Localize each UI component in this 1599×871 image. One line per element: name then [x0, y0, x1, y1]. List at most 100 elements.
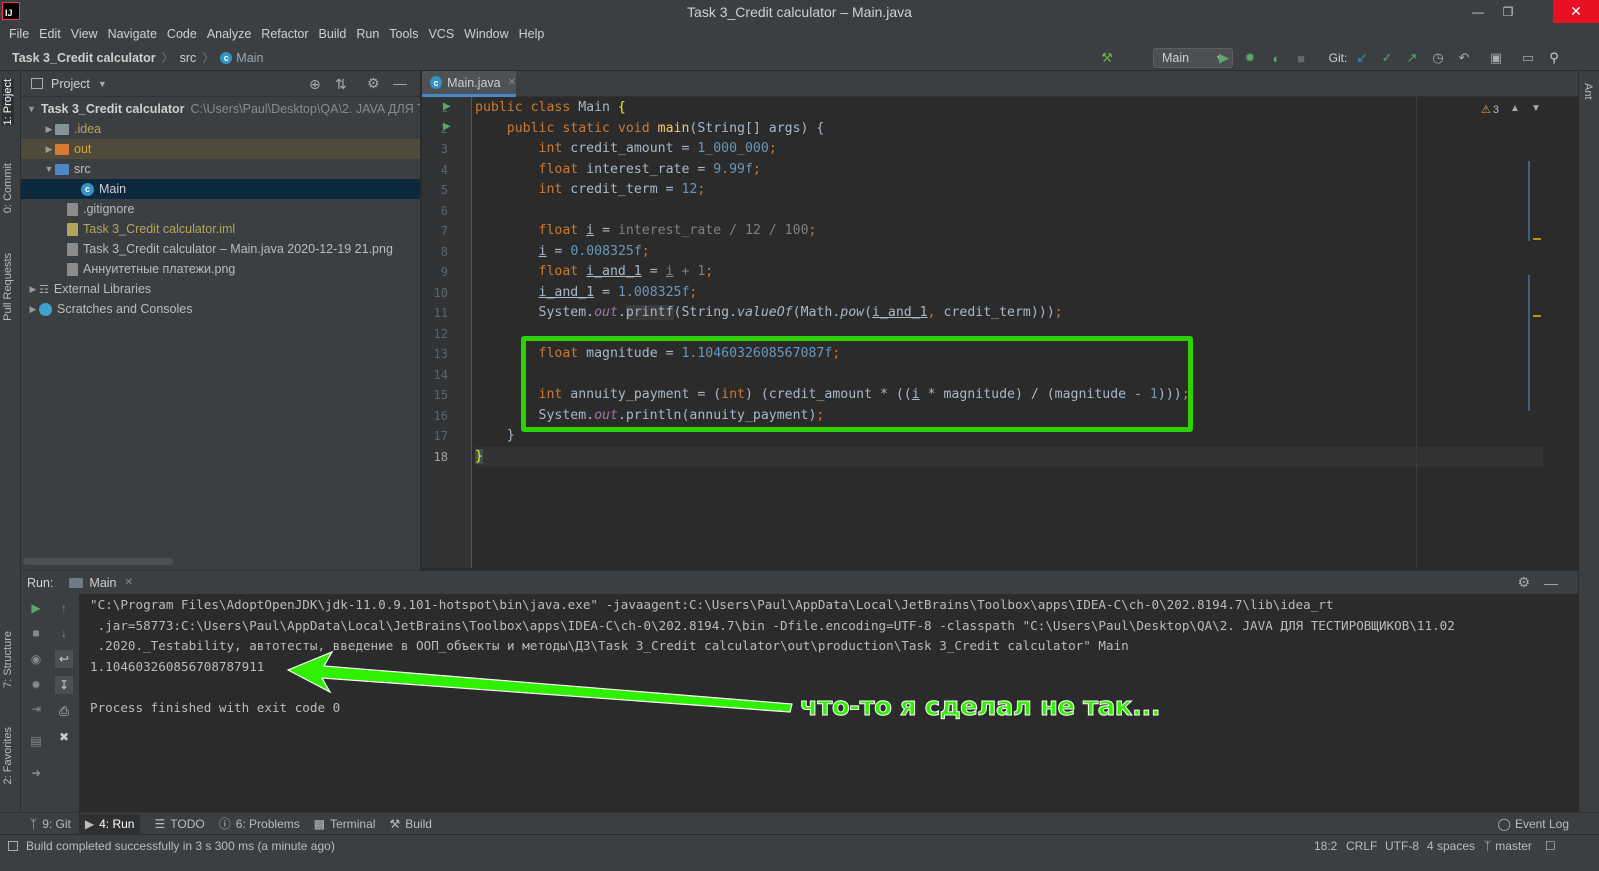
tree-item-idea[interactable]: ▶ .idea: [21, 119, 420, 139]
run-gutter-icon[interactable]: ▶: [443, 101, 451, 112]
line-separator[interactable]: CRLF: [1346, 839, 1377, 853]
locate-icon[interactable]: ⊕: [309, 76, 321, 93]
tool-tab-terminal[interactable]: ▩ Terminal: [314, 817, 376, 831]
tool-tab-ant[interactable]: Ant: [1582, 83, 1594, 100]
menu-vcs[interactable]: VCS: [423, 27, 459, 41]
tool-tab-todo[interactable]: ☰ TODO: [154, 817, 204, 831]
tool-window-toggle-icon[interactable]: [8, 840, 18, 851]
run-tab-main[interactable]: Main: [89, 576, 116, 590]
tree-item-main[interactable]: c Main: [21, 179, 420, 199]
tree-item-screenshot-png[interactable]: Task 3_Credit calculator – Main.java 202…: [21, 239, 420, 259]
collapse-all-icon[interactable]: ⇅: [335, 76, 347, 93]
tool-tab-pull-requests[interactable]: Pull Requests: [2, 253, 14, 321]
tool-tab-git[interactable]: ᛉ 9: Git: [30, 817, 71, 831]
settings-gear-icon[interactable]: ⚙: [367, 75, 380, 92]
window-bottom-edge: [0, 856, 1599, 871]
build-hammer-icon[interactable]: ⚒: [1099, 50, 1115, 66]
stop-icon[interactable]: ■: [27, 624, 45, 642]
menu-run[interactable]: Run: [351, 27, 384, 41]
horizontal-scrollbar[interactable]: [23, 558, 173, 565]
lock-icon[interactable]: ☐: [1545, 839, 1556, 853]
tab-main-java[interactable]: c Main.java ✕: [422, 71, 516, 97]
tree-item-gitignore[interactable]: .gitignore: [21, 199, 420, 219]
warning-icon[interactable]: ⚠ 3: [1481, 103, 1499, 116]
menu-refactor[interactable]: Refactor: [256, 27, 313, 41]
tree-item-external-libraries[interactable]: ▶ ☶ External Libraries: [21, 279, 420, 299]
hide-panel-icon[interactable]: —: [393, 75, 407, 91]
run-gutter-icon[interactable]: ▶: [443, 121, 451, 132]
debug-icon[interactable]: ✹: [1242, 50, 1258, 66]
menu-help[interactable]: Help: [514, 27, 550, 41]
menu-file[interactable]: File: [4, 27, 34, 41]
tool-tab-commit[interactable]: 0: Commit: [2, 163, 14, 213]
bottom-tool-bar: ᛉ 9: Git ▶ 4: Run ☰ TODO ⓘ 6: Problems ▩ Term…: [0, 812, 1599, 834]
search-icon[interactable]: ⚲: [1546, 50, 1562, 66]
menu-tools[interactable]: Tools: [384, 27, 423, 41]
stop-icon[interactable]: ■: [1293, 50, 1309, 66]
tool-tab-build[interactable]: ⚒ Build: [389, 817, 431, 831]
code-line-17: }: [475, 428, 515, 443]
minimize-icon[interactable]: —: [1463, 0, 1493, 23]
event-log-button[interactable]: ◯ Event Log: [1498, 817, 1569, 831]
close-icon[interactable]: ✕: [1553, 0, 1599, 23]
git-branch-widget[interactable]: ᛉ master: [1484, 839, 1532, 853]
tree-item-src[interactable]: ▼ src: [21, 159, 420, 179]
rollback-icon[interactable]: ↶: [1456, 50, 1472, 66]
camera-icon[interactable]: ◉: [27, 650, 45, 668]
git-commit-icon[interactable]: ✓: [1379, 50, 1395, 66]
tool-tab-run[interactable]: ▶ 4: Run: [78, 813, 141, 834]
menu-window[interactable]: Window: [459, 27, 513, 41]
git-push-icon[interactable]: ↗: [1404, 50, 1420, 66]
settings-gear-icon[interactable]: ⚙: [1517, 574, 1530, 591]
tool-tab-problems[interactable]: ⓘ 6: Problems: [219, 815, 300, 832]
run-icon[interactable]: ▶: [1216, 50, 1232, 66]
tree-item-annuity-png[interactable]: Аннуитетные платежи.png: [21, 259, 420, 279]
menu-code[interactable]: Code: [162, 27, 202, 41]
code-editor[interactable]: public class Main { public static void m…: [473, 97, 1545, 568]
tool-tab-favorites[interactable]: 2: Favorites: [2, 727, 14, 784]
print-icon[interactable]: ⎙: [55, 702, 73, 720]
menu-build[interactable]: Build: [314, 27, 352, 41]
git-update-icon[interactable]: ↙: [1354, 50, 1370, 66]
scroll-up-icon[interactable]: ↑: [55, 599, 73, 617]
chevron-down-icon[interactable]: ▼: [98, 79, 107, 89]
tree-item-out[interactable]: ▶ out: [21, 139, 420, 159]
layout-icon[interactable]: ▤: [27, 732, 45, 750]
caret-position[interactable]: 18:2: [1314, 839, 1337, 853]
hide-panel-icon[interactable]: —: [1544, 575, 1558, 591]
tool-tab-project[interactable]: 1: Project: [2, 79, 14, 126]
coverage-icon[interactable]: ◖: [1267, 50, 1283, 66]
close-tab-icon[interactable]: ✕: [508, 77, 516, 88]
history-icon[interactable]: ◷: [1430, 50, 1446, 66]
pin-icon[interactable]: ➜: [27, 764, 45, 782]
indent-setting[interactable]: 4 spaces: [1427, 839, 1475, 853]
menu-edit[interactable]: Edit: [34, 27, 66, 41]
file-encoding[interactable]: UTF-8: [1385, 839, 1419, 853]
restore-icon[interactable]: ❐: [1493, 0, 1523, 23]
project-structure-icon[interactable]: ▣: [1488, 50, 1504, 66]
tree-item-iml[interactable]: Task 3_Credit calculator.iml: [21, 219, 420, 239]
next-highlight-icon[interactable]: ▼: [1531, 103, 1541, 114]
line-number: 18: [433, 449, 448, 464]
breadcrumb-project[interactable]: Task 3_Credit calculator: [12, 51, 156, 65]
rerun-icon[interactable]: ▶: [27, 599, 45, 617]
restore-layout-icon[interactable]: ⇥: [27, 700, 45, 718]
menu-view[interactable]: View: [66, 27, 103, 41]
tree-item-scratches[interactable]: ▶ Scratches and Consoles: [21, 299, 420, 319]
layout-icon[interactable]: ▭: [1520, 50, 1536, 66]
breadcrumb-main[interactable]: Main: [236, 51, 263, 65]
project-panel-title[interactable]: Project: [51, 77, 90, 91]
scroll-to-end-icon[interactable]: ↧: [55, 676, 73, 694]
status-message: Build completed successfully in 3 s 300 …: [26, 838, 335, 853]
soft-wrap-icon[interactable]: ↩: [55, 650, 73, 668]
scroll-down-icon[interactable]: ↓: [55, 624, 73, 642]
tool-tab-structure[interactable]: 7: Structure: [2, 631, 14, 688]
menu-navigate[interactable]: Navigate: [103, 27, 162, 41]
settings-icon[interactable]: ✹: [27, 676, 45, 694]
tree-item-project-root[interactable]: ▼ Task 3_Credit calculator C:\Users\Paul…: [21, 99, 420, 119]
menu-analyze[interactable]: Analyze: [202, 27, 256, 41]
close-tab-icon[interactable]: ✕: [125, 577, 133, 588]
previous-highlight-icon[interactable]: ▲: [1510, 103, 1520, 114]
breadcrumb-src[interactable]: src: [180, 51, 197, 65]
trash-icon[interactable]: ✖: [55, 728, 73, 746]
